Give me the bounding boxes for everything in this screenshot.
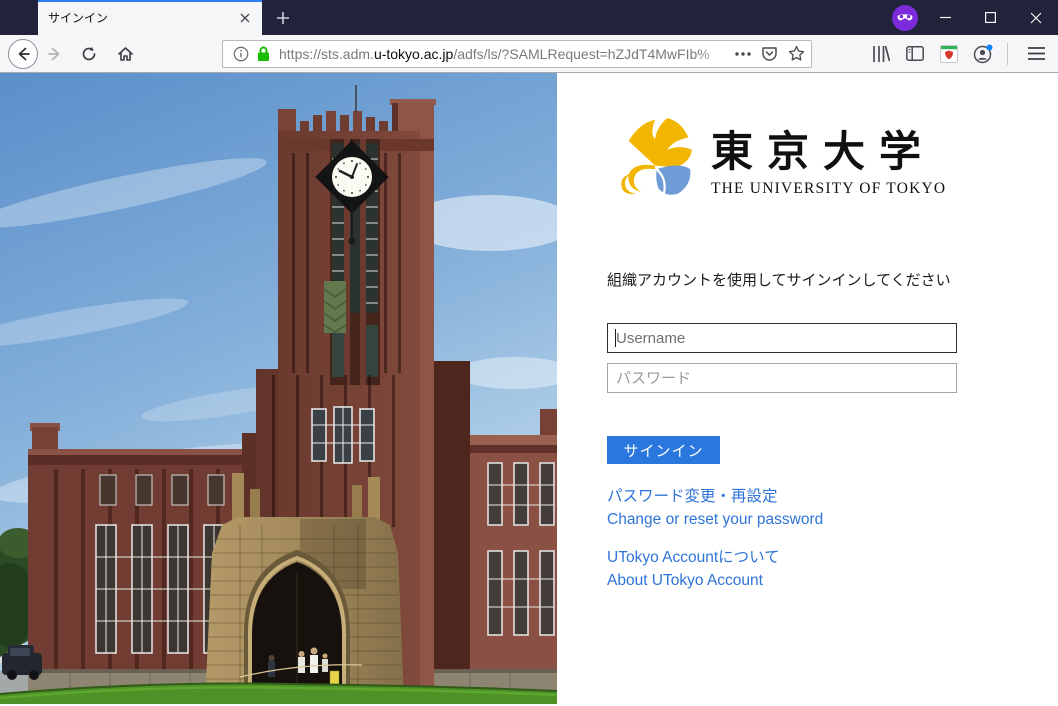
page-actions-icon[interactable] <box>735 52 751 56</box>
account-icon[interactable] <box>969 40 997 68</box>
url-domain: u-tokyo.ac.jp <box>374 46 453 62</box>
password-input[interactable] <box>607 363 957 393</box>
url-bar[interactable]: https://sts.adm.u-tokyo.ac.jp/adfs/ls/?S… <box>222 40 812 68</box>
url-text: https://sts.adm.u-tokyo.ac.jp/adfs/ls/?S… <box>279 46 725 62</box>
close-button[interactable] <box>1013 0 1058 35</box>
url-scheme: https://sts.adm. <box>279 46 374 62</box>
username-input[interactable] <box>607 323 957 353</box>
link-password-reset-en[interactable]: Change or reset your password <box>607 508 823 531</box>
maximize-button[interactable] <box>968 0 1013 35</box>
campus-photo <box>0 73 557 704</box>
tab-signin[interactable]: サインイン <box>38 0 262 35</box>
signin-panel: 東京大学 THE UNIVERSITY OF TOKYO 組織アカウントを使用し… <box>557 73 1058 706</box>
browser-window: サインイン <box>0 0 1058 706</box>
logo-text: 東京大学 THE UNIVERSITY OF TOKYO <box>711 118 946 198</box>
reload-icon[interactable] <box>76 41 102 67</box>
info-icon[interactable] <box>233 46 249 62</box>
help-links: パスワード変更・再設定 Change or reset your passwor… <box>607 485 823 592</box>
extension-icon[interactable] <box>935 40 963 68</box>
menu-icon[interactable] <box>1022 40 1050 68</box>
bookmark-star-icon[interactable] <box>788 45 805 62</box>
logo-english: THE UNIVERSITY OF TOKYO <box>711 180 946 198</box>
tab-bar: サインイン <box>0 0 1058 35</box>
lock-icon[interactable] <box>256 46 271 62</box>
library-icon[interactable] <box>867 40 895 68</box>
home-icon[interactable] <box>112 41 138 67</box>
link-password-reset-ja[interactable]: パスワード変更・再設定 <box>607 485 823 508</box>
new-tab-icon[interactable] <box>268 0 298 35</box>
text-caret <box>615 329 616 347</box>
minimize-button[interactable] <box>923 0 968 35</box>
forward-icon[interactable] <box>42 41 68 67</box>
url-path: /adfs/ls/?SAMLRequest=hZJdT4MwFIb% <box>453 46 709 62</box>
tab-close-icon[interactable] <box>236 9 254 27</box>
utokyo-logo: 東京大学 THE UNIVERSITY OF TOKYO <box>611 111 946 204</box>
titlebar-drag-area <box>298 0 887 35</box>
sidebar-icon[interactable] <box>901 40 929 68</box>
pocket-icon[interactable] <box>761 45 778 62</box>
navigation-toolbar: https://sts.adm.u-tokyo.ac.jp/adfs/ls/?S… <box>0 35 1058 73</box>
signin-instruction: 組織アカウントを使用してサインインしてください <box>607 269 951 290</box>
link-gap <box>607 531 823 546</box>
signin-button[interactable]: サインイン <box>607 436 720 464</box>
link-about-account-en[interactable]: About UTokyo Account <box>607 569 823 592</box>
ginkgo-leaf-icon <box>611 111 699 204</box>
link-about-account-ja[interactable]: UTokyo Accountについて <box>607 546 823 569</box>
page-content: 東京大学 THE UNIVERSITY OF TOKYO 組織アカウントを使用し… <box>0 73 1058 706</box>
tab-title: サインイン <box>48 9 236 26</box>
logo-kanji: 東京大学 <box>711 118 946 179</box>
back-icon[interactable] <box>8 39 38 69</box>
toolbar-divider <box>1007 43 1008 65</box>
private-browsing-mask-icon <box>887 0 923 35</box>
